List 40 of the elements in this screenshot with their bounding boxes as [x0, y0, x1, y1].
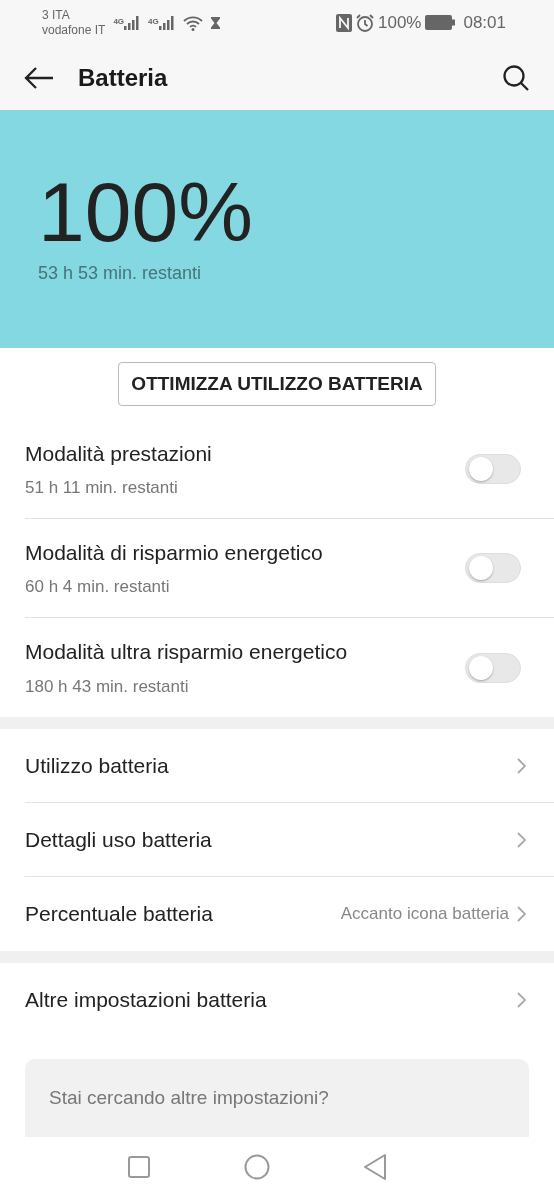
nfc-icon — [335, 13, 352, 32]
settings-row[interactable]: Percentuale batteria Accanto icona batteria — [25, 877, 554, 951]
chevron-right-icon — [517, 757, 526, 774]
settings-row[interactable]: Dettagli uso batteria — [25, 803, 554, 877]
settings-row[interactable]: Utilizzo batteria — [25, 729, 554, 803]
optimize-button[interactable]: OTTIMIZZA UTILIZZO BATTERIA — [118, 361, 436, 407]
back-arrow-icon[interactable] — [24, 65, 54, 90]
mode-title: Modalità prestazioni — [25, 440, 213, 467]
hourglass-icon — [210, 16, 220, 29]
mode-subtitle: 180 h 43 min. restanti — [25, 675, 190, 698]
square-nav-icon[interactable] — [128, 1156, 150, 1178]
chevron-right-icon — [517, 831, 526, 848]
alarm-icon — [355, 13, 374, 32]
network-type: 4G — [148, 15, 159, 28]
settings-row[interactable]: Altre impostazioni batteria — [25, 963, 554, 1037]
mode-subtitle: 51 h 11 min. restanti — [25, 477, 179, 499]
back-nav-icon[interactable] — [364, 1154, 386, 1180]
page-title: Batteria — [78, 62, 169, 93]
clock-time: 08:01 — [463, 11, 506, 34]
battery-icon — [425, 15, 456, 30]
chevron-right-icon — [517, 992, 526, 1008]
mode-title: Modalità di risparmio energetico — [25, 539, 324, 566]
carrier-name: 3 ITA — [42, 7, 71, 23]
battery-percentage: 100% — [377, 11, 422, 34]
wifi-icon — [182, 14, 203, 31]
home-nav-icon[interactable] — [244, 1154, 270, 1180]
signal-icon — [158, 15, 175, 30]
search-icon[interactable] — [502, 63, 530, 92]
toggle-switch[interactable] — [465, 454, 521, 484]
mode-title: Modalità ultra risparmio energetico — [25, 639, 349, 665]
chevron-right-icon — [517, 906, 526, 922]
battery-percentage: 100% — [38, 170, 254, 254]
mode-subtitle: 60 h 4 min. restanti — [25, 576, 171, 598]
toggle-switch[interactable] — [465, 652, 521, 683]
suggestion-card: Stai cercando altre impostazioni? — [25, 1059, 529, 1137]
carrier-name: vodafone IT — [42, 22, 106, 38]
network-type: 4G — [113, 15, 125, 28]
signal-icon — [124, 15, 141, 30]
toggle-switch[interactable] — [465, 553, 521, 583]
remaining-time: 53 h 53 min. restanti — [38, 262, 203, 285]
